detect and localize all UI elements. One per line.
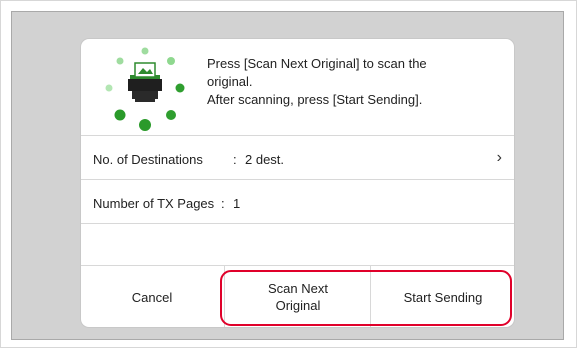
message-area: Press [Scan Next Original] to scan the o… bbox=[81, 39, 514, 135]
tx-pages-value: 1 bbox=[233, 196, 241, 211]
start-sending-button[interactable]: Start Sending bbox=[370, 266, 514, 327]
message-line-1: Press [Scan Next Original] to scan the bbox=[207, 56, 427, 71]
start-sending-label: Start Sending bbox=[403, 289, 483, 305]
empty-row bbox=[81, 223, 514, 265]
scan-next-line-2: Original bbox=[275, 298, 321, 313]
tx-pages-label: Number of TX Pages bbox=[93, 196, 215, 211]
screen-frame: Press [Scan Next Original] to scan the o… bbox=[0, 0, 577, 348]
destinations-row[interactable]: No. of Destinations : 2 dest. › bbox=[81, 135, 514, 179]
message-line-2: original. bbox=[207, 74, 253, 89]
destinations-separator: : bbox=[233, 152, 237, 167]
scan-next-line-1: Scan Next bbox=[268, 281, 328, 296]
tx-pages-row: Number of TX Pages : 1 bbox=[81, 179, 514, 223]
instruction-message: Press [Scan Next Original] to scan the o… bbox=[207, 55, 497, 109]
destinations-value: 2 dest. bbox=[245, 152, 285, 167]
chevron-right-icon: › bbox=[496, 149, 502, 166]
destinations-label: No. of Destinations bbox=[93, 152, 203, 167]
cancel-button[interactable]: Cancel bbox=[81, 266, 223, 327]
message-line-3: After scanning, press [Start Sending]. bbox=[207, 92, 423, 107]
scan-dialog: Press [Scan Next Original] to scan the o… bbox=[81, 39, 514, 327]
tx-pages-separator: : bbox=[221, 196, 225, 211]
scanner-icon bbox=[105, 47, 185, 131]
cancel-button-label: Cancel bbox=[131, 289, 173, 305]
scan-next-original-button[interactable]: Scan Next Original bbox=[224, 266, 371, 327]
scan-next-original-label: Scan Next Original bbox=[268, 280, 328, 314]
action-bar: Cancel Scan Next Original Start Sending bbox=[81, 265, 514, 327]
